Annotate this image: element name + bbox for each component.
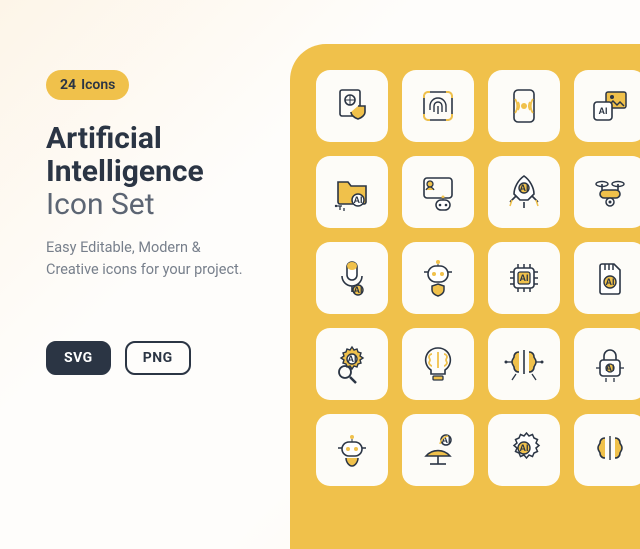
svg-text:AI: AI [520,443,529,453]
svg-text:AI: AI [354,195,363,205]
info-panel: 24 Icons Artificial Intelligence Icon Se… [0,0,290,549]
ai-satellite-icon: AI [402,414,474,486]
count-badge: 24 Icons [46,70,129,100]
ai-folder-icon: AI [316,156,388,228]
ai-rocket-icon: AI [488,156,560,228]
ai-gear-icon: AI [488,414,560,486]
svg-text:AI: AI [348,354,357,364]
robot-shield-icon [402,242,474,314]
title-line3: Icon Set [46,187,155,222]
document-shield-icon [316,70,388,142]
drone-icon [574,156,640,228]
ai-microphone-icon: AI [316,242,388,314]
title-line1: Artificial [46,121,162,156]
badge-count: 24 [60,77,76,93]
svg-text:AI: AI [599,106,608,116]
svg-text:AI: AI [606,277,615,287]
chatbot-avatar-icon [402,156,474,228]
format-png: PNG [125,341,191,375]
icon-showcase: AI AI AI AI AI AI AI AI AI AI [290,44,640,549]
format-svg: SVG [46,341,111,375]
fingerprint-icon [402,70,474,142]
ai-image-icon: AI [574,70,640,142]
title-line2: Intelligence [46,154,204,189]
robot-assistant-icon [316,414,388,486]
badge-label: Icons [81,77,115,93]
svg-text:AI: AI [520,273,529,283]
description: Easy Editable, Modern & Creative icons f… [46,237,256,281]
brain-connections-icon [488,328,560,400]
brain-bulb-icon [402,328,474,400]
svg-text:AI: AI [354,285,363,295]
title: Artificial Intelligence Icon Set [46,122,262,221]
icon-grid: AI AI AI AI AI AI AI AI AI AI [316,70,640,486]
brain-chip-icon [574,414,640,486]
svg-text:AI: AI [606,363,615,373]
ai-sd-card-icon: AI [574,242,640,314]
ai-chip-icon: AI [488,242,560,314]
wireless-phone-icon [488,70,560,142]
format-badges: SVG PNG [46,341,262,375]
svg-text:AI: AI [520,183,529,193]
ai-lock-icon: AI [574,328,640,400]
ai-gear-search-icon: AI [316,328,388,400]
